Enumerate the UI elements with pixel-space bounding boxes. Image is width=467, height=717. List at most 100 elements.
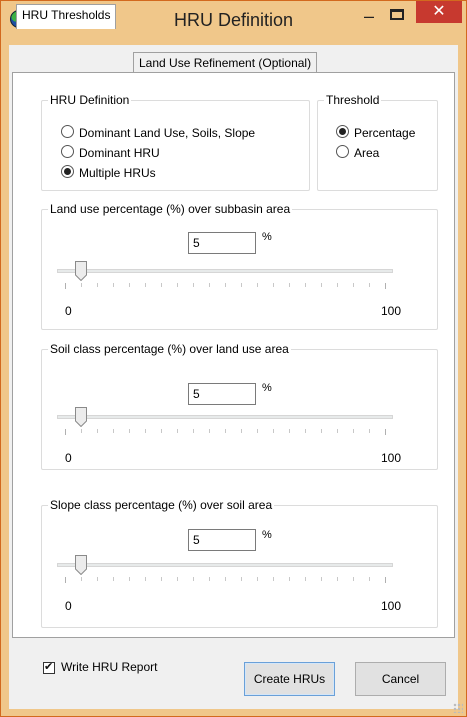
slider-tick [321,283,322,287]
slider-tick [353,283,354,287]
write-report-label: Write HRU Report [61,660,158,674]
slider-tick [129,429,130,433]
slope-percent-unit: % [262,529,272,541]
slider-tick [113,283,114,287]
slider-tick [65,429,66,435]
slider-tick [145,283,146,287]
slider-tick [369,429,370,433]
radio-button-selected-icon [336,125,349,138]
create-hrus-button[interactable]: Create HRUs [244,662,335,696]
slider-tick [305,283,306,287]
slider-tick [193,577,194,581]
maximize-button[interactable] [390,9,404,20]
tab-hru-thresholds[interactable]: HRU Thresholds [16,4,117,29]
slope-min-label: 0 [65,599,72,613]
slider-tick [353,577,354,581]
land-use-slider[interactable] [57,261,393,311]
write-report-checkbox[interactable] [43,660,55,674]
slider-tick [241,577,242,581]
slider-thumb[interactable] [75,555,87,575]
slider-tick [177,283,178,287]
radio-dominant-hru[interactable]: Dominant HRU [61,145,160,161]
slider-tick [321,429,322,433]
slider-tick [65,283,66,289]
radio-button-icon [336,145,349,158]
radio-label: Dominant Land Use, Soils, Slope [79,126,256,140]
slope-slider[interactable] [57,555,393,605]
threshold-group: Threshold [317,93,438,191]
cancel-button[interactable]: Cancel [355,662,446,696]
slider-tick [385,429,386,435]
slider-tick [65,577,66,583]
radio-percentage[interactable]: Percentage [336,125,415,141]
slider-tick [113,577,114,581]
slider-tick [321,577,322,581]
slider-tick [97,429,98,433]
radio-button-selected-icon [61,165,74,178]
slider-tick [129,577,130,581]
slider-tick [273,429,274,433]
radio-label: Multiple HRUs [79,166,156,180]
slider-tick [353,429,354,433]
land-use-percentage-input[interactable]: 5 [188,232,256,254]
radio-button-icon [61,145,74,158]
slider-tick [369,577,370,581]
slider-tick [241,429,242,433]
radio-multiple-hrus[interactable]: Multiple HRUs [61,165,156,181]
slider-thumb[interactable] [75,261,87,281]
slider-tick [129,283,130,287]
soil-legend: Soil class percentage (%) over land use … [50,342,289,356]
soil-slider[interactable] [57,407,393,457]
slider-tick [97,283,98,287]
radio-dominant-land-use[interactable]: Dominant Land Use, Soils, Slope [61,125,255,141]
slider-track [57,415,393,419]
slope-percentage-input[interactable]: 5 [188,529,256,551]
slider-tick [257,429,258,433]
slider-tick [385,577,386,583]
slider-tick [225,577,226,581]
slider-tick [225,429,226,433]
resize-grip-icon[interactable] [453,703,463,713]
slider-tick [225,283,226,287]
slider-tick [177,577,178,581]
slider-tick [273,283,274,287]
slider-tick [209,283,210,287]
slider-tick [257,577,258,581]
slider-tick [209,577,210,581]
slider-tick [273,577,274,581]
slider-tick [337,429,338,433]
soil-max-label: 100 [381,451,402,465]
slider-tick [369,283,370,287]
slider-tick [97,577,98,581]
minimize-button[interactable]: – [358,7,380,27]
land-use-max-label: 100 [381,304,402,318]
soil-percentage-input[interactable]: 5 [188,383,256,405]
radio-button-icon [61,125,74,138]
slider-tick [161,577,162,581]
radio-label: Dominant HRU [79,146,160,160]
slider-tick [113,429,114,433]
slider-tick [337,283,338,287]
land-use-percent-unit: % [262,231,272,243]
slider-tick [81,577,82,581]
slider-tick [145,577,146,581]
land-use-legend: Land use percentage (%) over subbasin ar… [50,202,291,216]
slider-tick [289,283,290,287]
slider-tick [305,429,306,433]
tab-land-use-refinement[interactable]: Land Use Refinement (Optional) [133,52,318,74]
slider-tick [209,429,210,433]
slider-tick [145,429,146,433]
slider-track [57,269,393,273]
radio-area[interactable]: Area [336,145,379,161]
soil-percent-unit: % [262,382,272,394]
radio-label: Percentage [354,126,416,140]
slider-tick [305,577,306,581]
hru-definition-legend: HRU Definition [50,93,130,107]
slider-tick [385,283,386,289]
close-button[interactable]: ✕ [416,1,462,23]
slider-tick [81,429,82,433]
land-use-min-label: 0 [65,304,72,318]
hru-thresholds-panel: HRU Definition Dominant Land Use, Soils,… [12,72,455,638]
slider-tick [257,283,258,287]
slider-thumb[interactable] [75,407,87,427]
